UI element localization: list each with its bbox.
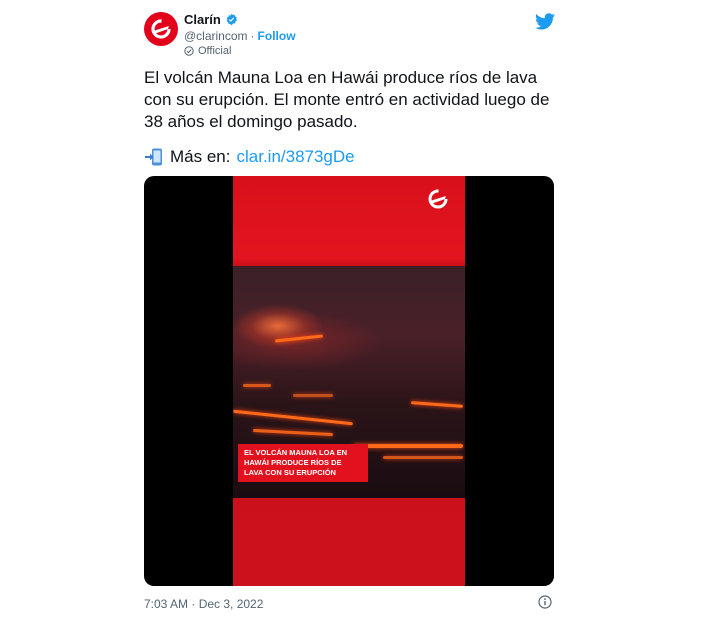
account-name[interactable]: Clarín	[184, 12, 221, 27]
avatar[interactable]	[144, 12, 178, 46]
separator-dot: ·	[250, 29, 255, 43]
lava-flow	[274, 334, 324, 343]
link-prefix: Más en:	[170, 147, 231, 166]
info-icon[interactable]	[538, 595, 552, 609]
lava-flow	[410, 401, 464, 408]
lava-flow	[383, 456, 463, 459]
link-row: Más en: clar.in/3873gDe	[144, 146, 355, 168]
account-name-row: Clarín	[184, 12, 238, 27]
account-handle[interactable]: @clarincom	[184, 29, 248, 43]
clarin-watermark-icon	[428, 189, 448, 209]
video-player[interactable]: EL VOLCÁN MAUNA LOA EN HAWÁI PRODUCE RÍO…	[144, 176, 554, 586]
lava-flow	[243, 384, 271, 387]
official-check-icon	[184, 46, 194, 56]
tweet-timestamp[interactable]: 7:03 AM · Dec 3, 2022	[144, 597, 263, 611]
lava-flow	[233, 409, 353, 426]
lava-flow	[353, 444, 463, 448]
official-label-row: Official	[184, 45, 231, 57]
article-link[interactable]: clar.in/3873gDe	[236, 146, 354, 168]
mobile-phone-arrow-icon	[145, 148, 162, 166]
handle-row: @clarincom · Follow	[184, 29, 296, 43]
clarin-logo-icon	[151, 19, 171, 39]
lava-flow	[252, 428, 334, 437]
video-frame[interactable]: EL VOLCÁN MAUNA LOA EN HAWÁI PRODUCE RÍO…	[233, 176, 465, 586]
twitter-bird-icon[interactable]	[535, 13, 555, 30]
follow-button[interactable]: Follow	[258, 29, 296, 43]
official-label: Official	[198, 45, 232, 57]
verified-badge-icon	[226, 13, 237, 26]
lava-flow	[293, 394, 333, 397]
embedded-tweet: Clarín @clarincom · Follow Official El v…	[0, 0, 701, 620]
tweet-text: El volcán Mauna Loa en Hawái produce río…	[144, 68, 550, 131]
video-caption: EL VOLCÁN MAUNA LOA EN HAWÁI PRODUCE RÍO…	[238, 444, 368, 482]
